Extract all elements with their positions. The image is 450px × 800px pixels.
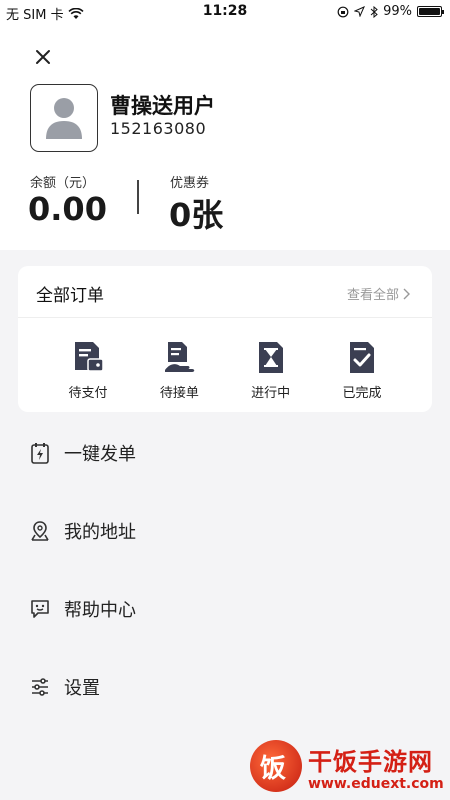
stats-divider	[137, 180, 139, 214]
hand-doc-icon	[165, 342, 195, 372]
menu-item-quick-order[interactable]: 一键发单	[30, 433, 420, 473]
orders-title: 全部订单	[36, 286, 104, 306]
menu-item-settings[interactable]: 设置	[30, 667, 420, 707]
balance-label: 余额（元）	[30, 176, 96, 191]
order-pending-payment[interactable]: 待支付	[62, 340, 114, 401]
chat-help-icon	[31, 600, 49, 618]
view-all-label: 查看全部	[346, 288, 399, 303]
orientation-lock-icon	[337, 6, 349, 17]
menu-item-help-center-label: 帮助中心	[64, 600, 136, 621]
close-icon[interactable]	[32, 46, 54, 68]
menu-item-my-address[interactable]: 我的地址	[30, 511, 420, 551]
menu-item-quick-order-label: 一键发单	[64, 444, 136, 465]
watermark-url: www.eduext.com	[308, 776, 444, 792]
user-name: 曹操送用户	[110, 94, 215, 118]
watermark-title: 干饭手游网	[308, 748, 433, 776]
location-arrow-icon	[354, 6, 366, 17]
orders-header: 全部订单 查看全部	[18, 266, 432, 318]
order-in-progress[interactable]: 进行中	[245, 340, 297, 401]
order-in-progress-label: 进行中	[251, 386, 291, 401]
view-all-orders-link[interactable]: 查看全部	[347, 284, 410, 303]
bluetooth-icon	[370, 5, 378, 18]
coupon-value[interactable]: 0张	[169, 190, 223, 236]
battery-icon	[417, 6, 444, 17]
coupon-label: 优惠券	[170, 176, 210, 191]
profile-header: 曹操送用户 152163080 余额（元） 0.00 优惠券 0张	[0, 22, 450, 250]
check-doc-icon	[349, 342, 374, 373]
lightning-clipboard-icon	[31, 443, 49, 464]
menu-item-settings-label: 设置	[64, 678, 100, 699]
order-pending-payment-label: 待支付	[68, 386, 108, 401]
menu-item-help-center[interactable]: 帮助中心	[30, 589, 420, 629]
order-awaiting-acceptance[interactable]: 待接单	[153, 340, 205, 401]
chevron-right-icon	[403, 288, 410, 299]
order-status-row: 待支付 待接单 进行中 已完成	[18, 340, 432, 401]
balance-value[interactable]: 0.00	[28, 190, 107, 228]
watermark-logo-icon: 饭	[250, 740, 302, 792]
battery-percent: 99%	[383, 4, 412, 19]
status-bar: 无 SIM 卡 11:28 99%	[0, 0, 450, 23]
status-icons: 99%	[337, 4, 444, 19]
orders-card: 全部订单 查看全部 待支付 待接单 进行中 已完成	[18, 266, 432, 412]
sliders-settings-icon	[32, 678, 48, 696]
order-completed[interactable]: 已完成	[336, 340, 388, 401]
order-awaiting-acceptance-label: 待接单	[159, 386, 199, 401]
location-pin-icon	[31, 521, 49, 541]
user-id: 152163080	[110, 119, 207, 138]
hourglass-doc-icon	[258, 342, 283, 373]
wallet-doc-icon	[75, 342, 104, 372]
order-completed-label: 已完成	[342, 386, 382, 401]
user-silhouette-icon	[46, 98, 82, 139]
menu-item-my-address-label: 我的地址	[64, 522, 136, 543]
watermark: 饭 干饭手游网 www.eduext.com	[250, 738, 444, 796]
avatar[interactable]	[30, 84, 98, 152]
